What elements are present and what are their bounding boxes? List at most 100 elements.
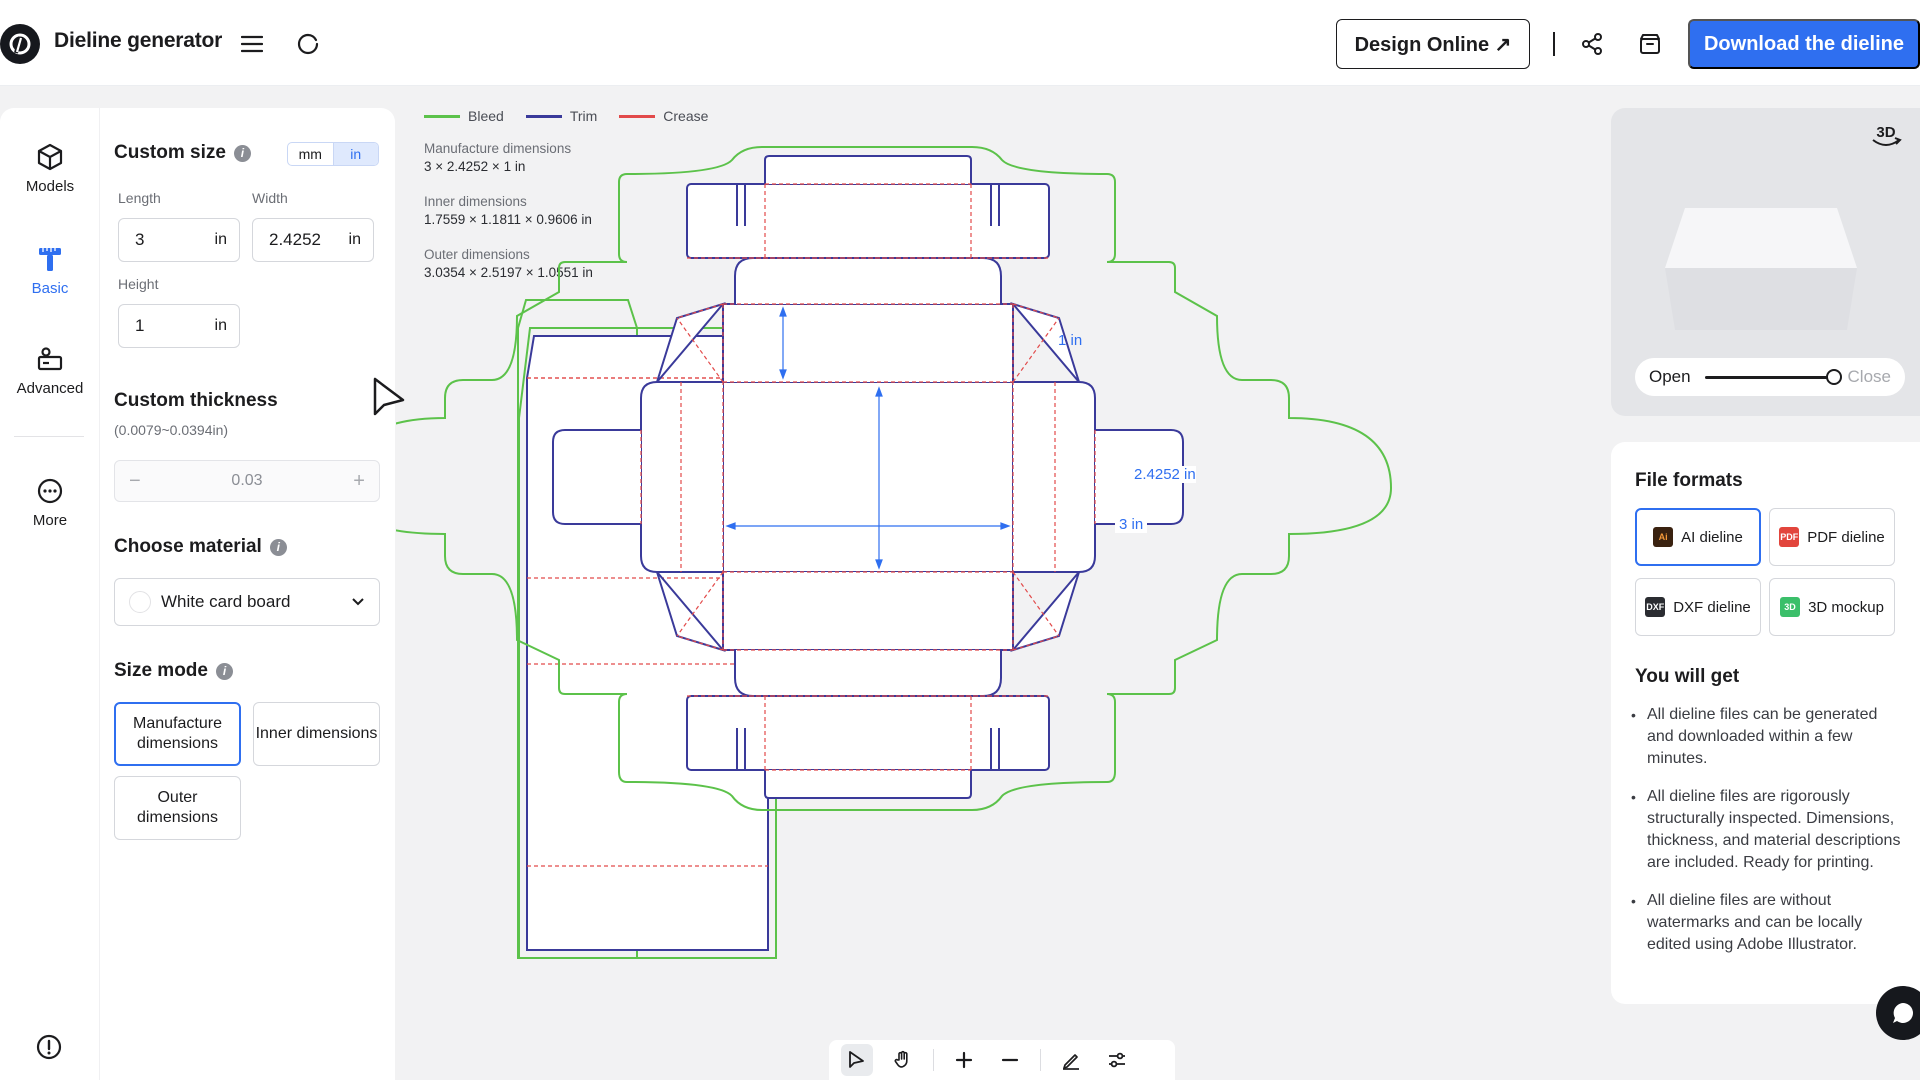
toolbar-divider: [1553, 32, 1555, 56]
height-unit: in: [214, 317, 227, 334]
hand-icon: [894, 1050, 908, 1068]
material-title: Choose material: [114, 536, 262, 557]
adjust-tool[interactable]: [1101, 1044, 1133, 1076]
thickness-stepper[interactable]: − 0.03 +: [114, 460, 380, 502]
settings-panel: Custom size i mm in Length 3 in Width 2.…: [100, 108, 395, 1080]
unit-in-option[interactable]: in: [332, 143, 378, 165]
logo-icon[interactable]: [0, 24, 40, 64]
dxf-file-icon: DXF: [1645, 597, 1666, 617]
more-icon: [37, 478, 63, 504]
length-field[interactable]: 3 in: [118, 218, 240, 262]
download-dieline-button[interactable]: Download the dieline: [1688, 19, 1920, 69]
ruler-t-icon: [39, 248, 61, 271]
benefits-list: All dieline files can be generated and d…: [1631, 704, 1905, 972]
material-value: White card board: [161, 592, 291, 611]
hamburger-menu-icon[interactable]: [238, 30, 266, 58]
benefit-item: All dieline files are rigorously structu…: [1631, 786, 1905, 874]
nav-divider: [14, 436, 84, 437]
format-pdf-button[interactable]: PDF PDF dieline: [1769, 508, 1895, 566]
size-mode-outer[interactable]: Outer dimensions: [114, 776, 241, 840]
sliders-icon: [1109, 1052, 1125, 1068]
share-icon[interactable]: [1578, 30, 1606, 58]
cube-icon: [37, 143, 63, 171]
3d-preview-panel[interactable]: 3D Open Close: [1611, 108, 1920, 416]
refresh-icon[interactable]: [294, 30, 322, 58]
file-formats-panel: File formats Ai AI dieline PDF PDF dieli…: [1611, 442, 1920, 1004]
format-ai-button[interactable]: Ai AI dieline: [1635, 508, 1761, 566]
advanced-icon: [37, 347, 63, 371]
thickness-range: (0.0079~0.0394in): [114, 422, 229, 438]
format-dxf-button[interactable]: DXF DXF dieline: [1635, 578, 1761, 636]
benefit-item: All dieline files can be generated and d…: [1631, 704, 1905, 770]
toolbar-separator: [1040, 1049, 1041, 1071]
length-value: 3: [135, 230, 145, 249]
3d-view-label: 3D: [1876, 124, 1895, 141]
open-close-slider[interactable]: Open Close: [1635, 358, 1905, 396]
3d-view-icon[interactable]: 3D: [1867, 122, 1905, 152]
width-label: Width: [252, 190, 288, 206]
material-select[interactable]: White card board: [114, 578, 380, 626]
pdf-file-icon: PDF: [1779, 527, 1800, 547]
help-icon[interactable]: i: [269, 538, 287, 556]
nav-item-advanced[interactable]: Advanced: [0, 344, 100, 397]
dieline-canvas[interactable]: Bleed Trim Crease Manufacture dimensions…: [396, 86, 1610, 1080]
measure-tool[interactable]: [1055, 1044, 1087, 1076]
format-ai-label: AI dieline: [1681, 528, 1743, 546]
help-icon[interactable]: i: [215, 662, 233, 680]
height-value: 1: [135, 316, 145, 335]
design-online-button[interactable]: Design Online ↗: [1336, 19, 1530, 69]
thickness-value: 0.03: [231, 472, 263, 489]
size-mode-manufacture[interactable]: Manufacture dimensions: [114, 702, 241, 766]
minus-icon: [1001, 1058, 1019, 1062]
slider-open-label: Open: [1649, 367, 1691, 386]
width-value: 2.4252: [269, 230, 321, 249]
mockup-file-icon: 3D: [1780, 597, 1801, 617]
custom-size-heading: Custom size i: [114, 142, 251, 164]
material-heading: Choose material i: [114, 536, 287, 558]
nav-item-models[interactable]: Models: [0, 142, 100, 195]
plus-icon: [955, 1051, 973, 1069]
nav-item-basic[interactable]: Basic: [0, 244, 100, 297]
pointer-icon: [849, 1051, 864, 1068]
slider-knob[interactable]: [1825, 368, 1842, 385]
width-field[interactable]: 2.4252 in: [252, 218, 374, 262]
size-mode-title: Size mode: [114, 660, 208, 681]
pen-ruler-icon: [1063, 1054, 1079, 1070]
nav-label-more: More: [32, 512, 68, 529]
zoom-in-button[interactable]: [948, 1044, 980, 1076]
archive-box-icon[interactable]: [1636, 30, 1664, 58]
size-mode-inner[interactable]: Inner dimensions: [253, 702, 380, 766]
canvas-toolbar: [829, 1040, 1175, 1080]
increment-icon[interactable]: +: [353, 470, 365, 493]
format-3d-mockup-label: 3D mockup: [1808, 598, 1884, 616]
unit-mm-option[interactable]: mm: [288, 143, 333, 165]
decrement-icon[interactable]: −: [129, 470, 141, 493]
info-icon[interactable]: [36, 1034, 62, 1060]
material-swatch: [129, 591, 151, 613]
nav-item-more[interactable]: More: [0, 476, 100, 529]
pan-tool[interactable]: [887, 1044, 919, 1076]
dim-label-width: 2.4252 in: [1134, 466, 1196, 483]
toolbar-separator: [933, 1049, 934, 1071]
dim-label-height: 1 in: [1058, 332, 1083, 349]
custom-thickness-title: Custom thickness: [114, 390, 278, 411]
select-tool[interactable]: [841, 1044, 873, 1076]
width-unit: in: [348, 231, 361, 248]
size-mode-heading: Size mode i: [114, 660, 233, 682]
dim-label-length: 3 in: [1115, 516, 1148, 533]
nav-label-advanced: Advanced: [16, 380, 84, 397]
top-bar: Dieline generator Design Online ↗ Downlo…: [0, 0, 1920, 86]
nav-label-basic: Basic: [31, 280, 69, 297]
format-3d-mockup-button[interactable]: 3D 3D mockup: [1769, 578, 1895, 636]
box-3d-preview: [1665, 208, 1857, 330]
slider-track[interactable]: [1704, 368, 1842, 385]
zoom-out-button[interactable]: [994, 1044, 1026, 1076]
length-label: Length: [118, 190, 161, 206]
help-icon[interactable]: i: [233, 144, 251, 162]
dieline-drawing: [396, 146, 1393, 959]
format-pdf-label: PDF dieline: [1807, 528, 1885, 546]
unit-toggle[interactable]: mm in: [287, 142, 379, 166]
height-field[interactable]: 1 in: [118, 304, 240, 348]
chat-button[interactable]: [1876, 986, 1920, 1040]
length-unit: in: [214, 231, 227, 248]
